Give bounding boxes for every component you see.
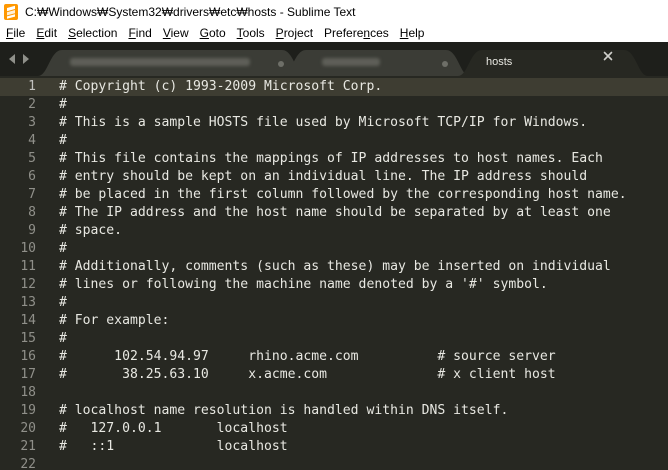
tab-obscured-1[interactable] [38,50,306,76]
sublime-text-icon [3,3,19,20]
line-number: 20 [20,421,36,436]
line-number: 6 [28,169,36,184]
line-text[interactable]: # ::1 localhost [59,438,288,456]
code-line[interactable]: 13 # [0,294,668,312]
line-text[interactable]: # localhost name resolution is handled w… [59,402,508,420]
tab-hosts[interactable]: hosts [458,50,648,76]
menu-selection[interactable]: Selection [62,26,122,40]
menu-preferences[interactable]: Preferences [318,26,394,40]
code-line[interactable]: 11 # Additionally, comments (such as thes… [0,258,668,276]
line-text[interactable]: # [59,294,67,312]
line-text[interactable]: # For example: [59,312,169,330]
code-line[interactable]: 4 # [0,132,668,150]
tab-obscured-2[interactable] [282,50,470,76]
line-number: 7 [28,187,36,202]
menu-edit[interactable]: Edit [30,26,62,40]
sublime-text-window: C:₩Windows₩System32₩drivers₩etc₩hosts - … [0,0,668,470]
menu-file[interactable]: File [0,26,30,40]
line-text[interactable]: # [59,240,67,258]
code-line[interactable]: 6 # entry should be kept on an individual… [0,168,668,186]
line-text[interactable]: # space. [59,222,122,240]
chevron-right-icon[interactable] [21,54,30,64]
line-text[interactable]: # [59,330,67,348]
tab-modified-dot-icon[interactable] [442,61,448,67]
code-line[interactable]: 17 # 38.25.63.10 x.acme.com # x client ho… [0,366,668,384]
line-number: 5 [28,151,36,166]
code-line[interactable]: 19 # localhost name resolution is handled… [0,402,668,420]
line-number: 1 [28,79,36,94]
tab-label [70,56,270,68]
code-editor[interactable]: 1 # Copyright (c) 1993-2009 Microsoft Cor… [0,76,668,470]
line-text[interactable]: # lines or following the machine name de… [59,276,548,294]
line-text[interactable]: # Copyright (c) 1993-2009 Microsoft Corp… [59,78,382,96]
code-line[interactable]: 16 # 102.54.94.97 rhino.acme.com # source… [0,348,668,366]
line-number: 17 [20,367,36,382]
code-line[interactable]: 5 # This file contains the mappings of IP… [0,150,668,168]
menu-project[interactable]: Project [270,26,318,40]
line-number: 15 [20,331,36,346]
code-line[interactable]: 8 # The IP address and the host name shou… [0,204,668,222]
menu-help[interactable]: Help [394,26,430,40]
line-number: 9 [28,223,36,238]
code-line[interactable]: 1 # Copyright (c) 1993-2009 Microsoft Cor… [0,78,668,96]
code-line[interactable]: 7 # be placed in the first column followe… [0,186,668,204]
line-text[interactable]: # This is a sample HOSTS file used by Mi… [59,114,587,132]
line-number: 10 [20,241,36,256]
line-text[interactable]: # 38.25.63.10 x.acme.com # x client host [59,366,556,384]
line-number: 22 [20,457,36,470]
code-line[interactable]: 9 # space. [0,222,668,240]
tab-bar: hosts [0,42,668,76]
line-number: 4 [28,133,36,148]
line-text[interactable]: # [59,132,67,150]
chevron-left-icon[interactable] [8,54,17,64]
code-line[interactable]: 20 # 127.0.0.1 localhost [0,420,668,438]
line-text[interactable]: # [59,96,67,114]
line-number: 16 [20,349,36,364]
line-number: 14 [20,313,36,328]
line-number: 13 [20,295,36,310]
code-line[interactable]: 18 [0,384,668,402]
line-text[interactable]: # This file contains the mappings of IP … [59,150,603,168]
code-line[interactable]: 14 # For example: [0,312,668,330]
menu-find[interactable]: Find [122,26,156,40]
code-line[interactable]: 3 # This is a sample HOSTS file used by M… [0,114,668,132]
line-text[interactable]: # 127.0.0.1 localhost [59,420,288,438]
line-number: 8 [28,205,36,220]
line-text[interactable]: # 102.54.94.97 rhino.acme.com # source s… [59,348,556,366]
menu-view[interactable]: View [157,26,194,40]
line-number: 11 [20,259,36,274]
line-number: 19 [20,403,36,418]
line-number: 12 [20,277,36,292]
code-line[interactable]: 22 [0,456,668,470]
line-number: 21 [20,439,36,454]
tab-label: hosts [486,56,513,68]
code-line[interactable]: 10 # [0,240,668,258]
line-number: 2 [28,97,36,112]
line-text[interactable]: # Additionally, comments (such as these)… [59,258,611,276]
title-bar[interactable]: C:₩Windows₩System32₩drivers₩etc₩hosts - … [0,0,668,23]
close-icon[interactable] [602,50,614,62]
code-line[interactable]: 12 # lines or following the machine name … [0,276,668,294]
menu-goto[interactable]: Goto [194,26,231,40]
window-title: C:₩Windows₩System32₩drivers₩etc₩hosts - … [25,4,356,19]
tab-navigation [8,54,30,64]
tab-label [322,56,422,68]
menu-bar: File Edit Selection Find View Goto Tools… [0,23,668,42]
line-number: 18 [20,385,36,400]
line-number: 3 [28,115,36,130]
code-line[interactable]: 15 # [0,330,668,348]
code-line[interactable]: 21 # ::1 localhost [0,438,668,456]
line-text[interactable]: # entry should be kept on an individual … [59,168,587,186]
code-line[interactable]: 2 # [0,96,668,114]
line-text[interactable]: # The IP address and the host name shoul… [59,204,611,222]
line-text[interactable]: # be placed in the first column followed… [59,186,627,204]
menu-tools[interactable]: Tools [231,26,270,40]
